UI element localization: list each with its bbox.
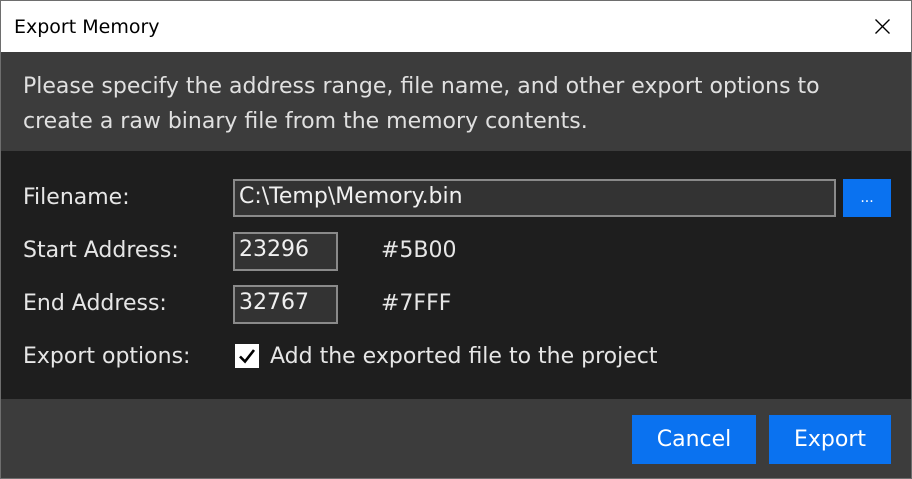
cancel-button[interactable]: Cancel — [632, 415, 756, 464]
button-bar: Cancel Export — [1, 399, 911, 478]
add-to-project-label[interactable]: Add the exported file to the project — [270, 342, 657, 372]
end-address-input[interactable]: 32767 — [233, 285, 338, 324]
start-address-label: Start Address: — [23, 238, 179, 263]
browse-button[interactable]: ... — [843, 179, 891, 217]
start-address-input[interactable]: 23296 — [233, 232, 338, 271]
title-bar: Export Memory — [1, 1, 911, 52]
close-button[interactable] — [855, 1, 911, 52]
filename-label: Filename: — [23, 185, 130, 210]
add-to-project-checkbox[interactable] — [235, 344, 259, 368]
close-icon — [875, 19, 890, 34]
description-text: Please specify the address range, file n… — [23, 74, 820, 134]
export-button[interactable]: Export — [769, 415, 891, 464]
window-title: Export Memory — [14, 16, 160, 38]
end-address-hex: #7FFF — [381, 291, 452, 316]
end-address-label: End Address: — [23, 291, 167, 316]
description-panel: Please specify the address range, file n… — [1, 52, 911, 151]
export-memory-dialog: Export Memory Please specify the address… — [0, 0, 912, 479]
start-address-hex: #5B00 — [381, 238, 457, 263]
export-options-label: Export options: — [23, 344, 191, 369]
form-panel: Filename: C:\Temp\Memory.bin ... Start A… — [1, 151, 911, 399]
filename-input[interactable]: C:\Temp\Memory.bin — [233, 179, 836, 217]
checkmark-icon — [239, 349, 256, 364]
